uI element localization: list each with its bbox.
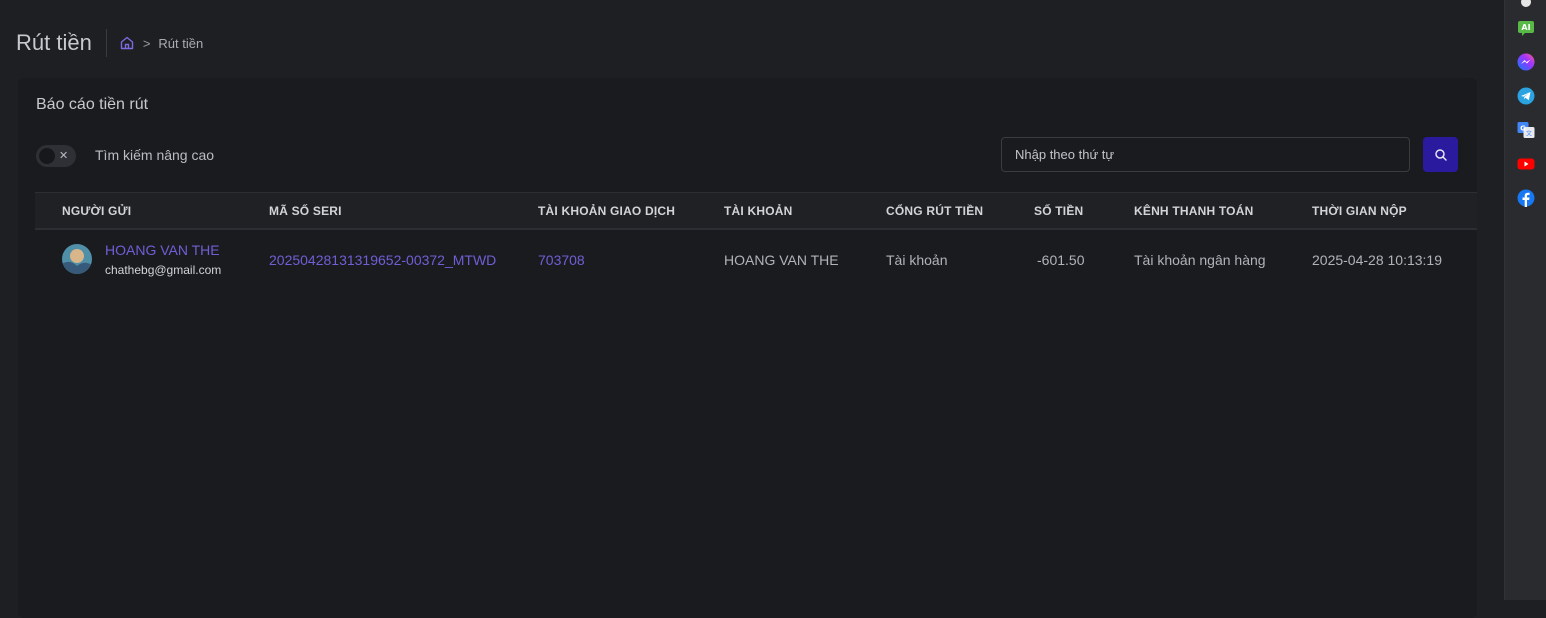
column-header-sender[interactable]: NGƯỜI GỬI bbox=[62, 204, 131, 218]
messenger-icon[interactable] bbox=[1516, 52, 1536, 72]
sender-name-link[interactable]: HOANG VAN THE bbox=[105, 242, 220, 258]
google-translate-icon[interactable]: G 文 bbox=[1516, 120, 1536, 140]
column-header-submitted-at[interactable]: THỜI GIAN NỘP bbox=[1312, 204, 1407, 218]
trading-account-link[interactable]: 703708 bbox=[538, 252, 585, 268]
facebook-icon[interactable] bbox=[1516, 188, 1536, 208]
column-header-account[interactable]: TÀI KHOẢN bbox=[724, 204, 792, 218]
toggle-knob bbox=[39, 148, 55, 164]
svg-text:文: 文 bbox=[1526, 130, 1532, 138]
browser-sidebar: AI G 文 bbox=[1504, 0, 1546, 600]
page-title: Rút tiền bbox=[16, 30, 92, 55]
column-header-serial[interactable]: MÃ SỐ SERI bbox=[269, 204, 342, 218]
header-divider bbox=[105, 29, 107, 57]
breadcrumb-chevron-icon: > bbox=[142, 35, 151, 51]
avatar[interactable] bbox=[62, 244, 92, 274]
ai-icon[interactable]: AI bbox=[1516, 18, 1536, 38]
close-icon: ✕ bbox=[59, 150, 69, 162]
search-input[interactable] bbox=[1001, 137, 1410, 172]
serial-link[interactable]: 20250428131319652-00372_MTWD bbox=[269, 252, 496, 268]
search-icon bbox=[1434, 148, 1447, 161]
column-header-channel[interactable]: KÊNH THANH TOÁN bbox=[1134, 204, 1253, 218]
page-header: Rút tiền > Rút tiền bbox=[16, 28, 203, 58]
sender-email: chathebg@gmail.com bbox=[105, 263, 222, 277]
table-row[interactable]: HOANG VAN THE chathebg@gmail.com 2025042… bbox=[35, 230, 1477, 290]
table-header: NGƯỜI GỬI MÃ SỐ SERI TÀI KHOẢN GIAO DỊCH… bbox=[35, 192, 1477, 230]
channel-cell: Tài khoản ngân hàng bbox=[1134, 252, 1266, 268]
withdraw-report-card: Báo cáo tiền rút ✕ Tìm kiếm nâng cao NGƯ… bbox=[18, 78, 1477, 618]
page: Rút tiền > Rút tiền Báo cáo tiền rút ✕ T… bbox=[0, 0, 1504, 618]
advanced-search-label: Tìm kiếm nâng cao bbox=[95, 147, 215, 163]
youtube-icon[interactable] bbox=[1516, 154, 1536, 174]
amount-cell: -601.50 bbox=[1037, 252, 1085, 268]
search-button[interactable] bbox=[1423, 137, 1458, 172]
extension-icon[interactable] bbox=[1516, 0, 1536, 12]
withdraw-table: NGƯỜI GỬI MÃ SỐ SERI TÀI KHOẢN GIAO DỊCH… bbox=[35, 192, 1477, 290]
telegram-icon[interactable] bbox=[1516, 86, 1536, 106]
breadcrumb-current: Rút tiền bbox=[158, 35, 204, 51]
svg-text:AI: AI bbox=[1521, 23, 1530, 32]
gateway-cell: Tài khoản bbox=[886, 252, 948, 268]
card-title: Báo cáo tiền rút bbox=[36, 96, 149, 113]
submitted-at-cell: 2025-04-28 10:13:19 bbox=[1312, 252, 1442, 268]
account-cell: HOANG VAN THE bbox=[724, 252, 839, 268]
column-header-amount[interactable]: SỐ TIỀN bbox=[1034, 204, 1083, 218]
advanced-search-toggle[interactable]: ✕ bbox=[36, 145, 76, 167]
column-header-gateway[interactable]: CỔNG RÚT TIỀN bbox=[886, 204, 983, 218]
column-header-trading-account[interactable]: TÀI KHOẢN GIAO DỊCH bbox=[538, 204, 675, 218]
home-icon[interactable] bbox=[119, 35, 135, 51]
